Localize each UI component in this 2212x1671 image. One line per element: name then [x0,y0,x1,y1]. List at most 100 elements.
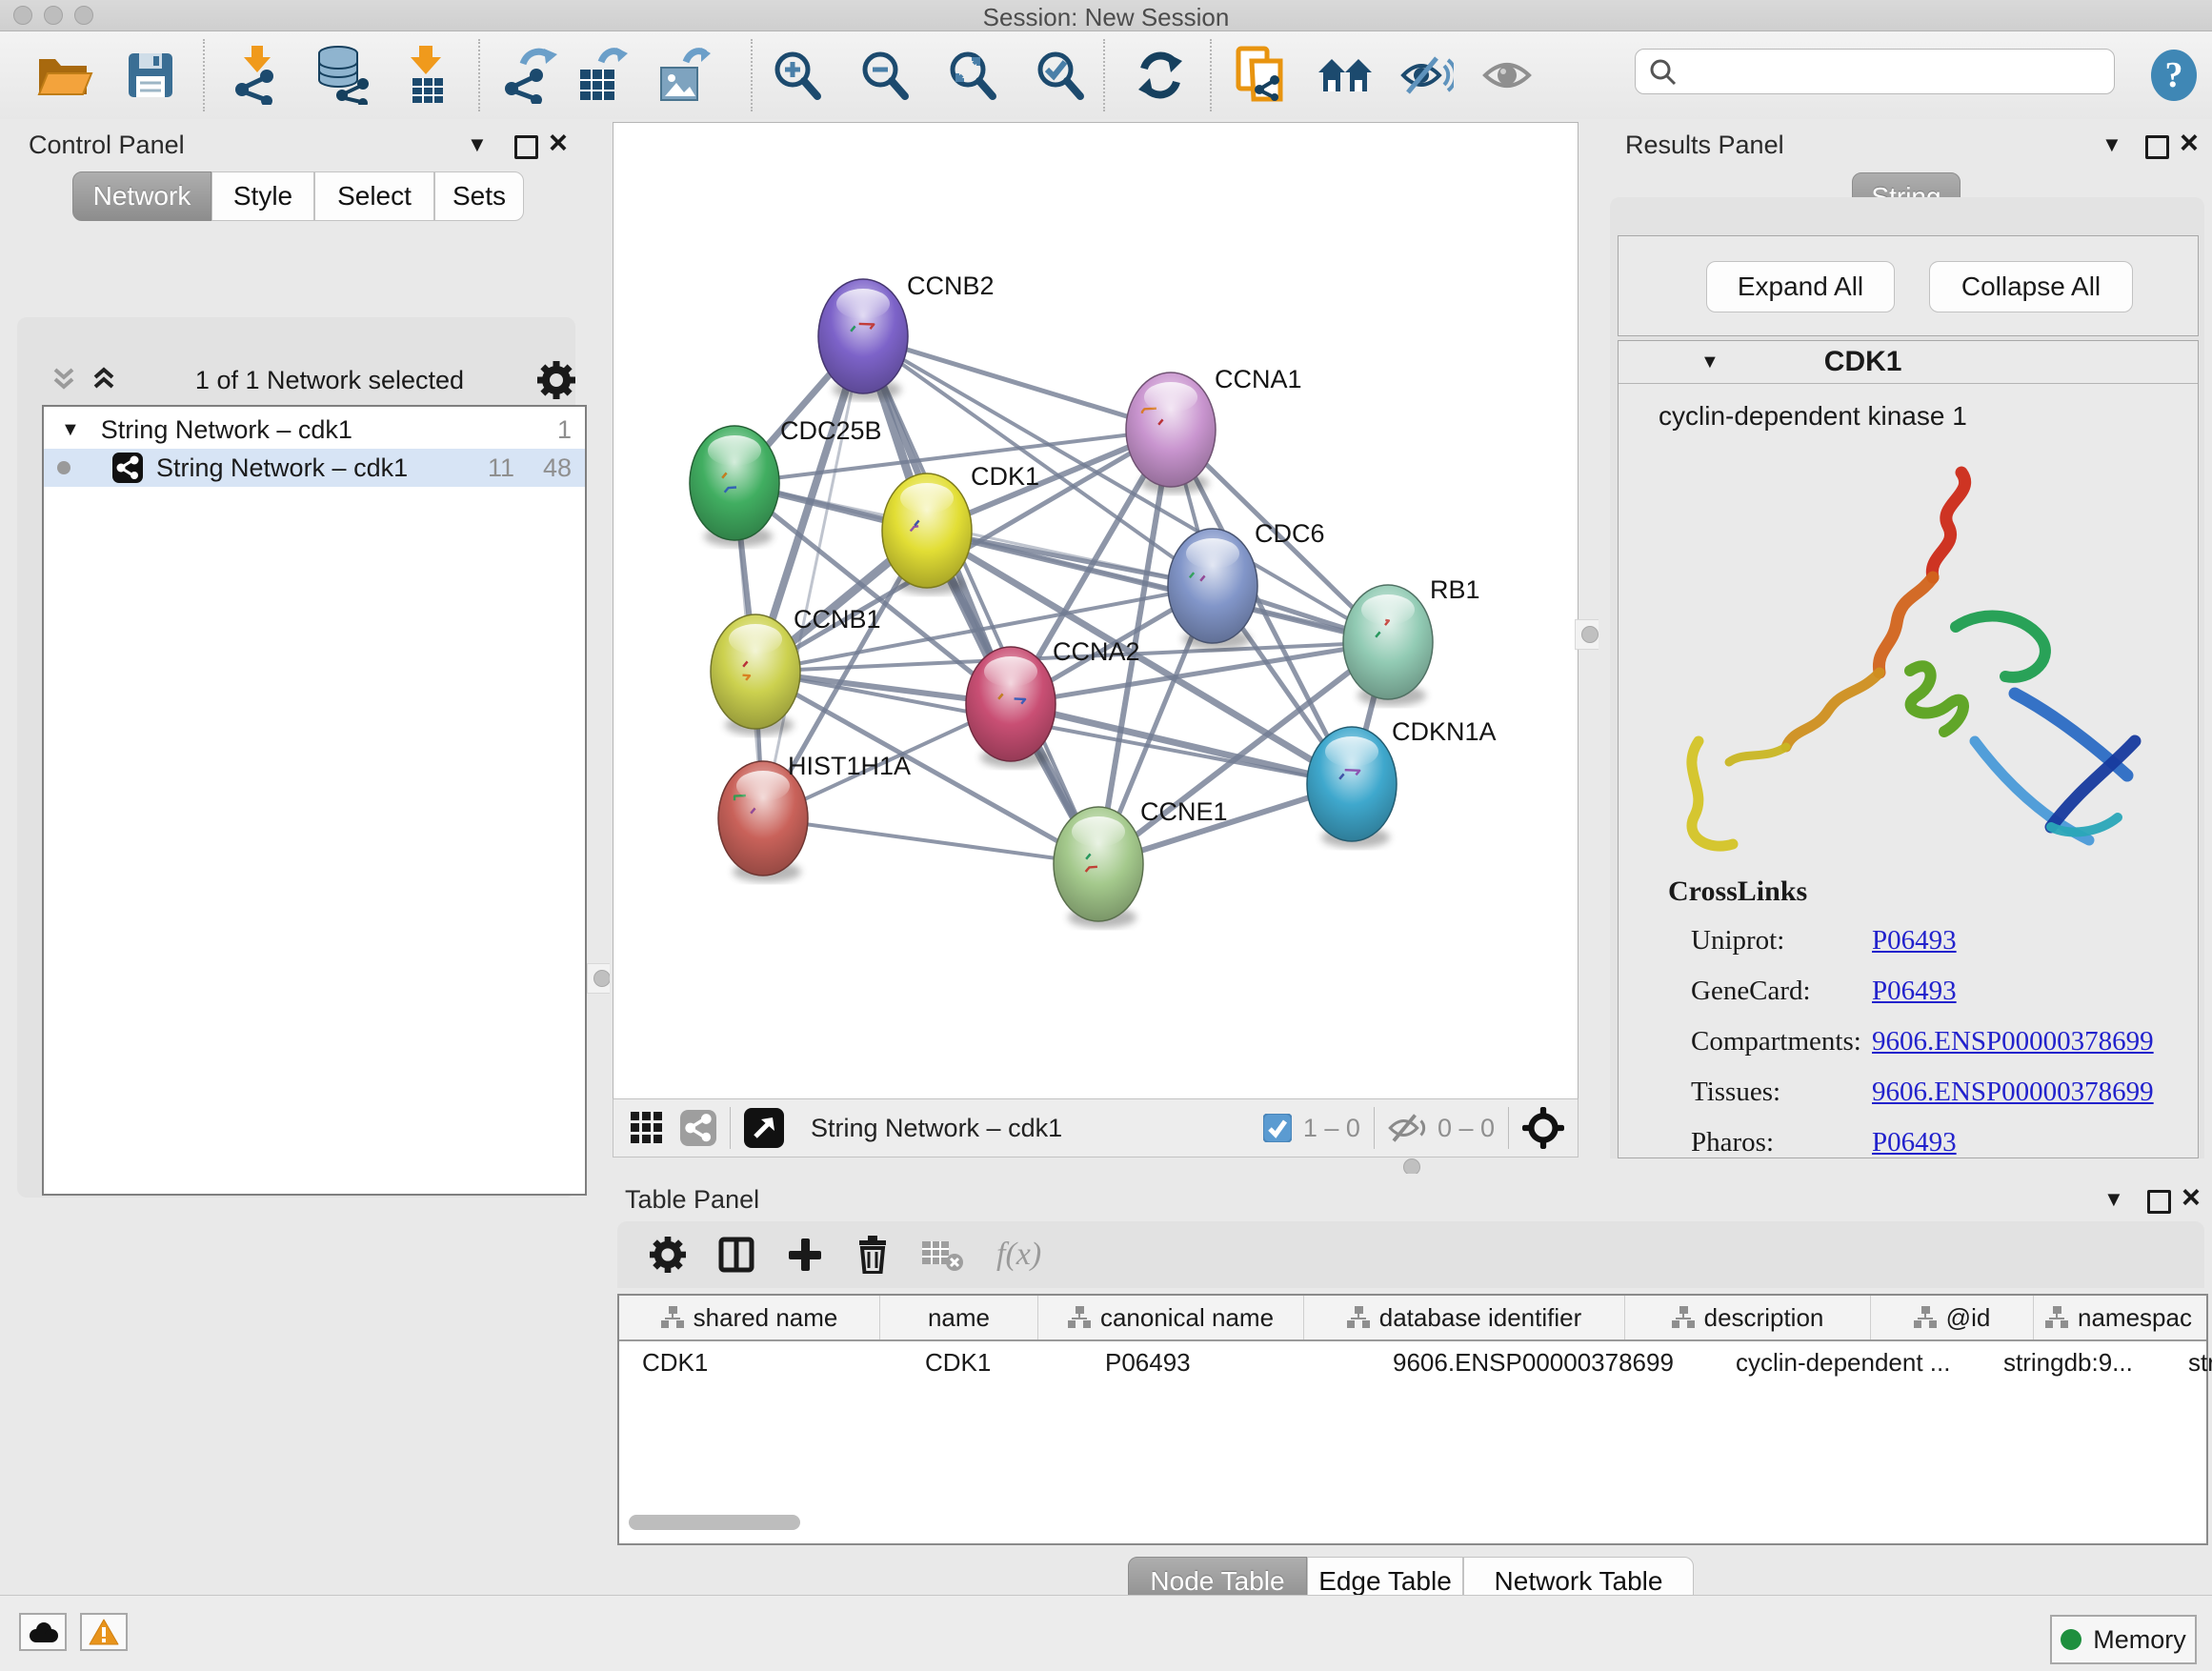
column-header-shared-name[interactable]: shared name [619,1296,880,1339]
table-horizontal-scrollbar[interactable] [619,1513,2201,1534]
column-header-name[interactable]: name [880,1296,1038,1339]
delete-column-button[interactable] [855,1236,890,1274]
import-network-file-button[interactable] [223,41,295,110]
columns-icon [718,1237,754,1273]
first-neighbors-button[interactable] [1310,41,1382,110]
zoom-in-icon [770,49,823,102]
collapse-all-button[interactable]: Collapse All [1929,261,2133,312]
network-node[interactable] [1126,372,1216,493]
expand-collapse-box: Expand All Collapse All [1618,235,2199,336]
network-edge[interactable] [1011,704,1352,784]
panel-collapse-icon[interactable]: ▼ [2101,132,2122,157]
expand-all-button[interactable]: Expand All [1706,261,1895,312]
birds-eye-crosshair-icon[interactable] [1522,1107,1564,1149]
protein-header-row[interactable]: ▼ CDK1 [1619,341,2198,384]
import-table-file-button[interactable] [391,41,463,110]
vertical-splitter-left[interactable] [593,119,610,1595]
cell-shared-name[interactable]: CDK1 [619,1341,902,1383]
network-node[interactable] [690,426,779,547]
memory-button[interactable]: Memory [2050,1615,2197,1664]
export-table-button[interactable] [566,41,638,110]
splitter-handle[interactable] [1581,626,1599,643]
expand-all-chevron-icon[interactable] [90,366,122,394]
network-node[interactable] [1054,807,1143,928]
section-collapse-icon[interactable]: ▼ [1700,352,1719,373]
network-edge[interactable] [863,336,1098,864]
column-header-description[interactable]: description [1625,1296,1871,1339]
cell-name[interactable]: CDK1 [902,1341,1082,1383]
table-settings-button[interactable] [650,1237,686,1273]
splitter-handle[interactable] [593,970,611,987]
apply-layout-button[interactable] [1124,41,1196,110]
panel-collapse-icon[interactable]: ▼ [2103,1187,2124,1212]
scrollbar-thumb[interactable] [629,1515,800,1530]
cloud-status-button[interactable] [19,1613,67,1651]
network-node[interactable] [711,614,800,735]
network-edge[interactable] [863,336,1171,430]
network-node[interactable] [1307,727,1397,848]
network-node[interactable] [1343,585,1433,706]
grid-view-icon[interactable] [629,1110,665,1146]
panel-collapse-icon[interactable]: ▼ [467,132,488,157]
zoom-selected-button[interactable] [1023,41,1096,110]
network-edge[interactable] [763,336,863,818]
open-session-button[interactable] [29,41,101,110]
zoom-fit-button[interactable] [935,41,1008,110]
collapse-all-chevron-icon[interactable] [50,366,82,394]
crosslink-compartments[interactable]: 9606.ENSP00000378699 [1872,1026,2198,1057]
search-input[interactable] [1685,51,2108,91]
crosslink-genecard[interactable]: P06493 [1872,976,2198,1007]
show-columns-button[interactable] [718,1237,754,1273]
selected-checkbox-icon[interactable] [1263,1114,1292,1142]
table-row[interactable]: CDK1 CDK1 P06493 9606.ENSP00000378699 cy… [619,1341,2206,1383]
network-edge[interactable] [763,818,1098,864]
network-row[interactable]: String Network – cdk1 11 48 [44,449,585,487]
add-column-button[interactable] [787,1237,823,1273]
save-session-button[interactable] [114,41,187,110]
zoom-out-button[interactable] [848,41,920,110]
tab-style[interactable]: Style [211,171,314,221]
network-canvas[interactable]: CCNB2CCNA1CDC25BCDK1CDC6RB1CCNB1CCNA2CDK… [613,122,1579,1099]
crosslink-pharos[interactable]: P06493 [1872,1127,2198,1158]
tree-expand-icon[interactable]: ▼ [61,419,80,441]
clone-network-button[interactable] [1224,41,1297,110]
detach-view-icon[interactable] [744,1108,784,1148]
delete-table-button[interactable] [922,1238,964,1272]
show-all-button[interactable] [1471,41,1543,110]
panel-float-icon[interactable] [514,135,538,159]
zoom-in-button[interactable] [760,41,833,110]
cell-description[interactable]: cyclin-dependent ... [1713,1341,1981,1383]
panel-close-icon[interactable]: × [549,131,568,155]
crosslink-uniprot[interactable]: P06493 [1872,925,2198,956]
panel-close-icon[interactable]: × [2180,131,2199,155]
gear-icon[interactable] [537,361,575,399]
cell-id[interactable]: stringdb:9... [1981,1341,2165,1383]
cell-namespace[interactable]: stringdb [2165,1341,2212,1383]
vertical-splitter-right[interactable] [1579,119,1599,1158]
network-view-mode-icon[interactable] [680,1110,716,1146]
function-builder-button[interactable]: f(x) [996,1237,1041,1273]
export-network-button[interactable] [493,41,566,110]
panel-close-icon[interactable]: × [2182,1185,2201,1210]
crosslink-tissues[interactable]: 9606.ENSP00000378699 [1872,1077,2198,1108]
warnings-button[interactable] [80,1613,128,1651]
panel-float-icon[interactable] [2147,1190,2171,1214]
horizontal-splitter[interactable] [610,1158,2212,1174]
column-header-canonical-name[interactable]: canonical name [1038,1296,1304,1339]
tab-sets[interactable]: Sets [434,171,524,221]
tab-select[interactable]: Select [314,171,434,221]
cell-canonical-name[interactable]: P06493 [1082,1341,1370,1383]
cell-database-identifier[interactable]: 9606.ENSP00000378699 [1370,1341,1713,1383]
column-header-database-identifier[interactable]: database identifier [1304,1296,1625,1339]
network-collection-row[interactable]: ▼ String Network – cdk1 1 [44,411,585,449]
network-node[interactable] [818,279,908,400]
network-graph[interactable]: CCNB2CCNA1CDC25BCDK1CDC6RB1CCNB1CCNA2CDK… [613,123,1578,1098]
export-image-button[interactable] [648,41,720,110]
import-network-database-button[interactable] [307,41,379,110]
hide-selected-button[interactable] [1391,41,1463,110]
tab-network[interactable]: Network [72,171,211,221]
column-header-id[interactable]: @id [1871,1296,2034,1339]
panel-float-icon[interactable] [2145,135,2169,159]
column-header-namespace[interactable]: namespac [2034,1296,2203,1339]
help-button[interactable]: ? [2138,41,2210,110]
